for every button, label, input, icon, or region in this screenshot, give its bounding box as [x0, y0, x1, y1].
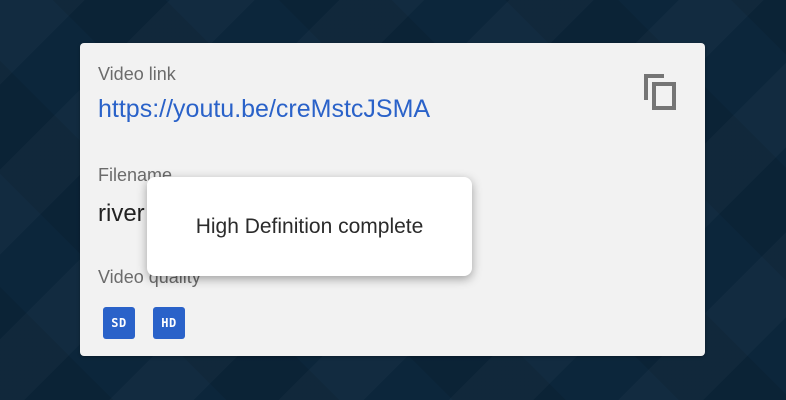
video-link-label: Video link [98, 64, 176, 84]
copy-link-button[interactable] [640, 70, 680, 112]
toast-message: High Definition complete [195, 214, 424, 238]
toast-notification: High Definition complete [147, 177, 472, 276]
video-link[interactable]: https://youtu.be/creMstcJSMA [98, 95, 430, 124]
quality-options: SD HD [103, 307, 185, 339]
filename-value: river [98, 200, 145, 227]
quality-sd-button[interactable]: SD [103, 307, 135, 339]
quality-hd-button[interactable]: HD [153, 307, 185, 339]
copy-icon [644, 74, 676, 110]
